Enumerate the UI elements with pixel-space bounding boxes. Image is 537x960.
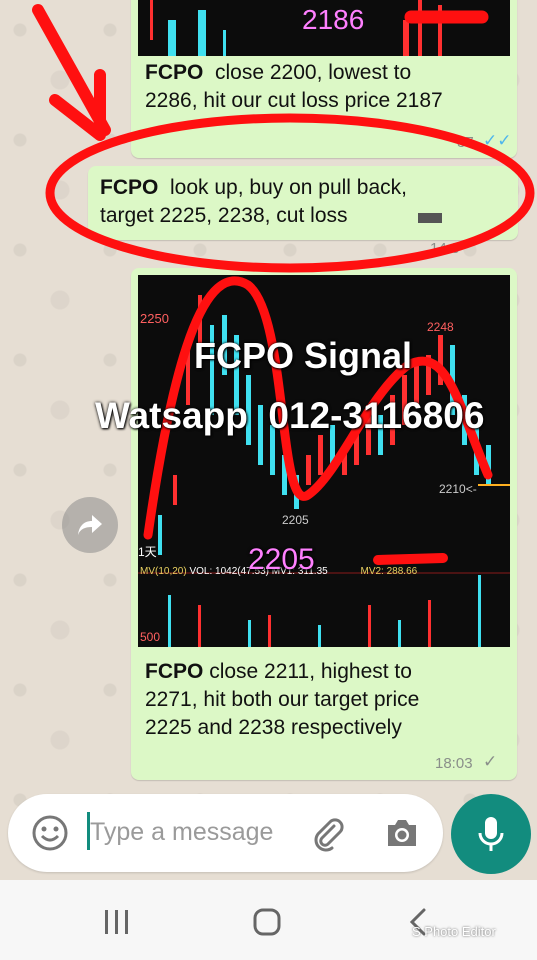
chart-axis-label: 500 <box>140 630 161 644</box>
chart-price-label: 2205 <box>248 543 315 576</box>
chart-price-label: 2186 <box>302 4 365 35</box>
message-line: look up, buy on pull back, <box>170 176 408 199</box>
indicator-mv: MV(10,20) <box>140 566 187 577</box>
forward-icon <box>78 515 102 535</box>
read-receipt-icon: ✓✓ <box>483 131 512 150</box>
indicator-mv2: MV2: 288.66 <box>360 566 418 577</box>
message-text: FCPO look up, buy on pull back, target 2… <box>100 174 407 230</box>
message-line: 2286, hit our cut loss price 2187 <box>145 89 443 112</box>
redacted-mark <box>418 213 442 223</box>
mic-button[interactable] <box>451 794 531 874</box>
attach-icon[interactable] <box>310 816 346 852</box>
microphone-icon <box>478 817 504 851</box>
message-bubble[interactable]: 2186 FCPO close 2200, lowest to 2286, hi… <box>131 0 517 158</box>
chart-period-label: 1天 <box>138 545 157 559</box>
message-bubble[interactable]: FCPO look up, buy on pull back, target 2… <box>88 166 518 257</box>
message-input-bar[interactable]: Type a message <box>8 794 443 872</box>
message-time: 18:03 <box>435 755 473 772</box>
camera-icon[interactable] <box>384 817 420 849</box>
message-text: FCPO close 2211, highest to 2271, hit bo… <box>145 658 419 742</box>
forward-button[interactable] <box>62 497 118 553</box>
chart-axis-label: 2205 <box>282 513 309 527</box>
message-sender: FCPO <box>145 660 204 683</box>
chart-image[interactable]: 2250 2248 2205 2210<- 1天 500 MV(10,20) V… <box>138 275 510 647</box>
message-time: 37 <box>457 134 474 151</box>
message-input[interactable]: Type a message <box>90 818 273 847</box>
recent-apps-icon[interactable] <box>102 907 132 937</box>
message-line: 2225 and 2238 respectively <box>145 716 402 739</box>
message-line: target 2225, 2238, cut loss <box>100 204 348 227</box>
sent-check-icon: ✓ <box>483 752 498 771</box>
overlay-contact: Watsapp 012-3116806 <box>95 395 485 436</box>
system-nav-bar <box>0 880 537 960</box>
message-line: 2271, hit both our target price <box>145 688 420 711</box>
message-time: 14:3 <box>430 240 460 257</box>
chart-axis-label: 2210<- <box>439 482 477 496</box>
chart-axis-label: 2250 <box>140 311 169 326</box>
overlay-title: FCPO Signal <box>194 335 413 376</box>
home-icon[interactable] <box>252 907 282 937</box>
message-line: close 2211, highest to <box>209 660 412 683</box>
message-text: FCPO close 2200, lowest to 2286, hit our… <box>145 59 443 115</box>
emoji-icon[interactable] <box>31 814 69 852</box>
chart-image[interactable]: 2186 <box>138 0 510 56</box>
volume-bars <box>168 575 481 647</box>
candlestick-chart <box>138 276 510 647</box>
chart-axis-label: 2248 <box>427 320 454 334</box>
message-sender: FCPO <box>145 61 204 84</box>
photo-editor-watermark: S Photo Editor <box>412 924 496 939</box>
message-line: close 2200, lowest to <box>215 61 412 84</box>
message-sender: FCPO <box>100 176 159 199</box>
